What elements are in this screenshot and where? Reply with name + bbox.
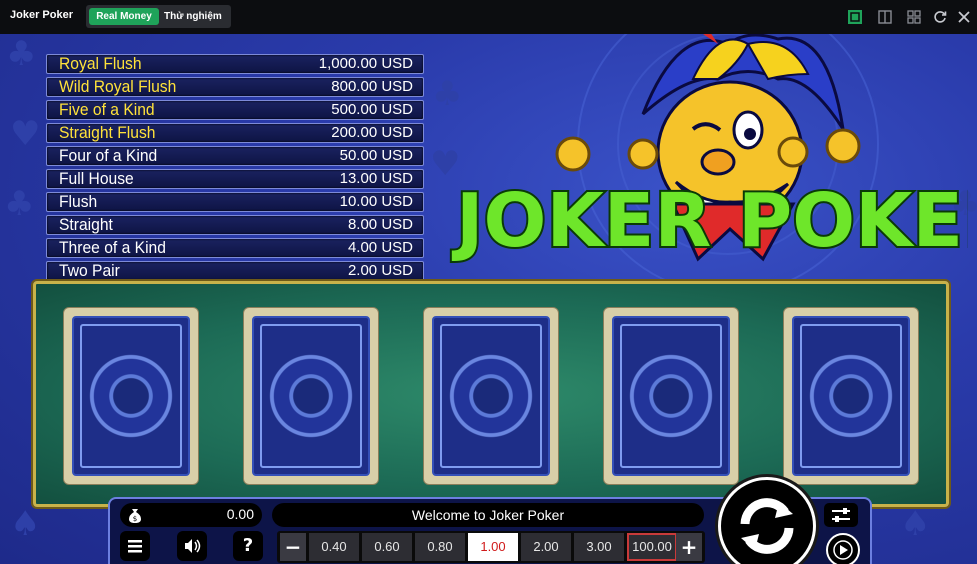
stake-selector: − 0.40 0.60 0.80 1.00 2.00 3.00 100.00 + xyxy=(277,531,705,563)
paytable-payout: 2.00 USD xyxy=(347,262,413,279)
paytable-hand-name: Flush xyxy=(59,192,98,211)
paytable-row: Wild Royal Flush 800.00 USD xyxy=(46,77,424,97)
paytable-hand-name: Royal Flush xyxy=(59,54,142,73)
stake-option[interactable]: 0.80 xyxy=(415,533,465,561)
paytable-payout: 4.00 USD xyxy=(347,239,413,256)
logo-word-joker: JOKER xyxy=(451,178,711,264)
paytable-payout: 500.00 USD xyxy=(331,101,413,118)
mode-toggle: Real Money Thử nghiệm xyxy=(86,5,231,28)
stake-option[interactable]: 0.60 xyxy=(362,533,412,561)
menu-icon xyxy=(128,540,142,553)
close-icon[interactable] xyxy=(956,9,972,25)
spade-suit-decoration: ♠ xyxy=(900,504,931,544)
card-table xyxy=(33,281,949,507)
paytable-row: Full House 13.00 USD xyxy=(46,169,424,189)
paytable: Royal Flush 1,000.00 USD Wild Royal Flush 8… xyxy=(46,54,424,284)
sliders-icon xyxy=(832,508,850,522)
menu-button[interactable] xyxy=(120,531,150,561)
paytable-row: Four of a Kind 50.00 USD xyxy=(46,146,424,166)
sound-button[interactable] xyxy=(177,531,207,561)
balance-display: $ 0.00 xyxy=(120,503,262,527)
autoplay-button[interactable] xyxy=(826,533,860,564)
stake-option[interactable]: 2.00 xyxy=(521,533,571,561)
paytable-hand-name: Two Pair xyxy=(59,261,120,280)
stake-option[interactable]: 1.00 xyxy=(468,533,518,561)
stake-option[interactable]: 0.40 xyxy=(309,533,359,561)
card-back xyxy=(792,316,910,476)
club-suit-decoration: ♣ xyxy=(4,184,35,224)
card-slot-2[interactable] xyxy=(243,307,379,485)
card-back xyxy=(432,316,550,476)
paytable-row: Straight Flush 200.00 USD xyxy=(46,123,424,143)
paytable-hand-name: Straight Flush xyxy=(59,123,156,142)
play-icon xyxy=(833,540,853,560)
paytable-hand-name: Three of a Kind xyxy=(59,238,166,257)
increase-stake-button[interactable]: + xyxy=(676,533,702,561)
paytable-hand-name: Four of a Kind xyxy=(59,146,158,165)
paytable-payout: 1,000.00 USD xyxy=(318,55,413,72)
card-back xyxy=(72,316,190,476)
card-back xyxy=(252,316,370,476)
paytable-payout: 13.00 USD xyxy=(339,170,413,187)
demo-mode-button[interactable]: Thử nghiệm xyxy=(164,8,222,25)
card-slot-1[interactable] xyxy=(63,307,199,485)
split-view-icon[interactable] xyxy=(877,9,893,25)
money-bag-icon: $ xyxy=(129,509,141,523)
card-slot-4[interactable] xyxy=(603,307,739,485)
paytable-hand-name: Wild Royal Flush xyxy=(59,77,177,96)
top-bar: Joker Poker Real Money Thử nghiệm xyxy=(0,0,977,34)
real-money-button[interactable]: Real Money xyxy=(89,8,159,25)
svg-text:$: $ xyxy=(133,515,137,523)
game-area: ♣ ♥ ♣ ♣ ♥ ♠ ♠ ♣ Royal Flush 1,000.00 USD W… xyxy=(0,34,977,564)
sound-icon xyxy=(185,539,201,553)
card-back xyxy=(612,316,730,476)
refresh-icon[interactable] xyxy=(932,9,948,25)
fullscreen-icon[interactable] xyxy=(847,9,863,25)
message-display: Welcome to Joker Poker xyxy=(272,503,704,527)
paytable-payout: 200.00 USD xyxy=(331,124,413,141)
paytable-payout: 800.00 USD xyxy=(331,78,413,95)
heart-suit-decoration: ♥ xyxy=(10,114,41,154)
app-title: Joker Poker xyxy=(10,9,73,21)
paytable-row: Flush 10.00 USD xyxy=(46,192,424,212)
club-suit-decoration: ♣ xyxy=(6,34,37,74)
grid-view-icon[interactable] xyxy=(906,9,922,25)
settings-button[interactable] xyxy=(824,503,858,527)
stake-option[interactable]: 100.00 xyxy=(627,533,677,561)
paytable-hand-name: Straight xyxy=(59,215,113,234)
logo-word-poker: POKER xyxy=(738,178,968,264)
balance-value: 0.00 xyxy=(226,506,254,522)
paytable-row: Straight 8.00 USD xyxy=(46,215,424,235)
paytable-row: Royal Flush 1,000.00 USD xyxy=(46,54,424,74)
card-slot-3[interactable] xyxy=(423,307,559,485)
deal-arrows-icon xyxy=(740,498,794,554)
control-panel: $ 0.00 Welcome to Joker Poker ? − 0.40 0.… xyxy=(108,477,872,564)
joker-poker-logo: JOKER POKER xyxy=(449,34,968,284)
paytable-hand-name: Five of a Kind xyxy=(59,100,155,119)
decrease-stake-button[interactable]: − xyxy=(280,533,306,561)
deal-button[interactable] xyxy=(718,477,816,564)
spade-suit-decoration: ♠ xyxy=(10,504,41,544)
help-button[interactable]: ? xyxy=(233,531,263,561)
paytable-payout: 8.00 USD xyxy=(347,216,413,233)
paytable-row: Five of a Kind 500.00 USD xyxy=(46,100,424,120)
paytable-payout: 50.00 USD xyxy=(339,147,413,164)
stake-option[interactable]: 3.00 xyxy=(574,533,624,561)
paytable-row: Three of a Kind 4.00 USD xyxy=(46,238,424,258)
paytable-payout: 10.00 USD xyxy=(339,193,413,210)
card-slot-5[interactable] xyxy=(783,307,919,485)
paytable-hand-name: Full House xyxy=(59,169,134,188)
paytable-row: Two Pair 2.00 USD xyxy=(46,261,424,281)
